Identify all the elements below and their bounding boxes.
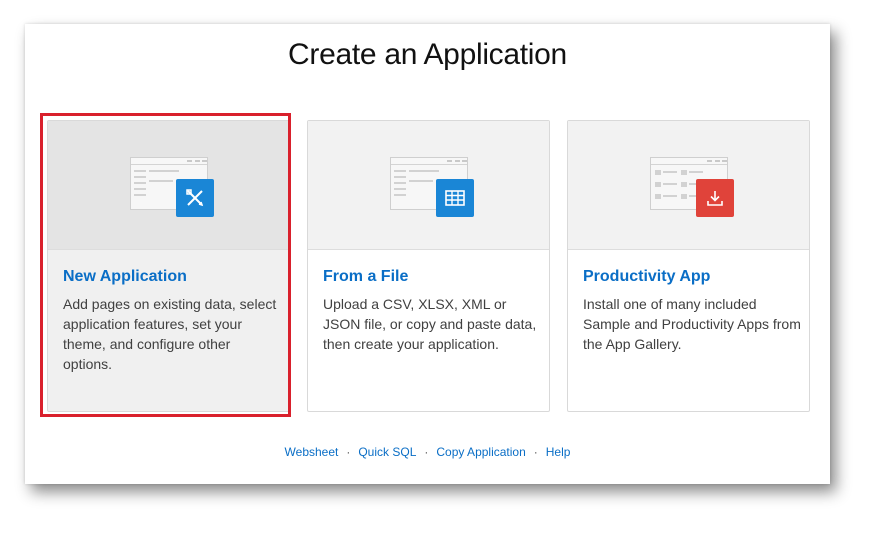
copy-application-link[interactable]: Copy Application	[436, 445, 525, 459]
create-application-panel: Create an Application New Application Ad…	[25, 24, 830, 484]
from-a-file-card[interactable]: From a File Upload a CSV, XLSX, XML or J…	[307, 120, 550, 412]
from-a-file-illustration	[308, 121, 549, 250]
new-application-title[interactable]: New Application	[63, 268, 187, 286]
footer-separator: ·	[346, 445, 351, 459]
footer-links: Websheet · Quick SQL · Copy Application · Help	[25, 445, 830, 459]
from-a-file-title[interactable]: From a File	[323, 268, 408, 286]
footer-separator: ·	[533, 445, 538, 459]
wrench-pencil-icon	[176, 179, 214, 217]
quick-sql-link[interactable]: Quick SQL	[358, 445, 416, 459]
from-a-file-description: Upload a CSV, XLSX, XML or JSON file, or…	[323, 296, 537, 352]
table-grid-icon	[436, 179, 474, 217]
productivity-app-description: Install one of many included Sample and …	[583, 296, 801, 352]
new-application-illustration	[48, 121, 289, 250]
productivity-app-title[interactable]: Productivity App	[583, 268, 710, 286]
new-application-card[interactable]: New Application Add pages on existing da…	[47, 120, 290, 412]
productivity-app-card[interactable]: Productivity App Install one of many inc…	[567, 120, 810, 412]
page-title: Create an Application	[288, 38, 567, 71]
new-application-description: Add pages on existing data, select appli…	[63, 296, 277, 372]
productivity-app-illustration	[568, 121, 809, 250]
websheet-link[interactable]: Websheet	[285, 445, 339, 459]
help-link[interactable]: Help	[546, 445, 571, 459]
footer-separator: ·	[424, 445, 429, 459]
download-icon	[696, 179, 734, 217]
